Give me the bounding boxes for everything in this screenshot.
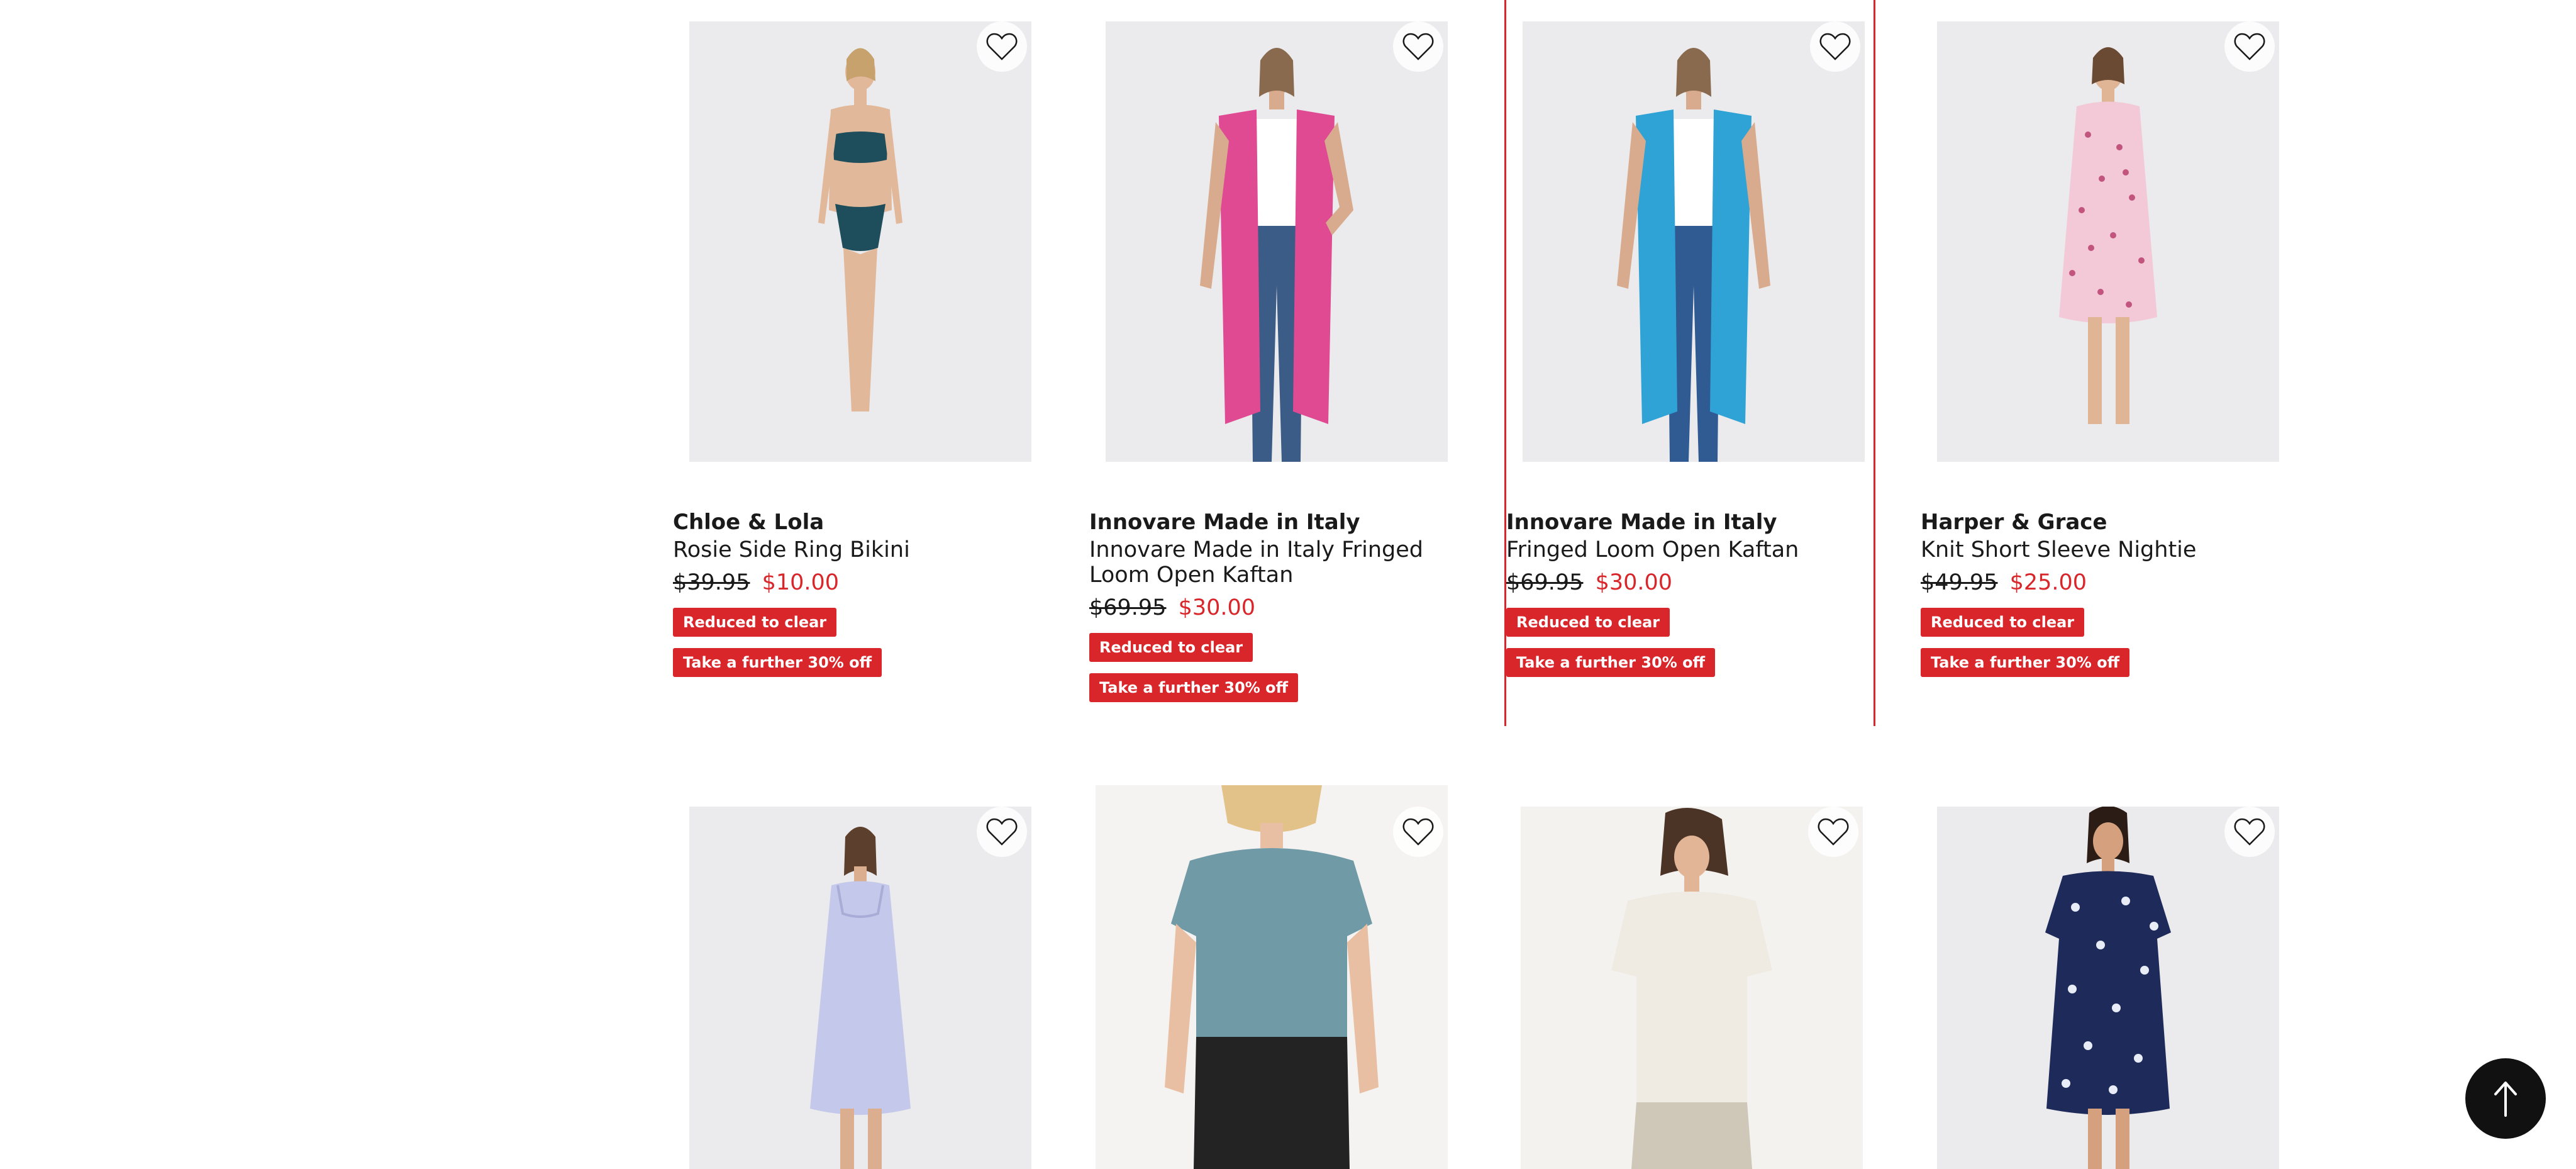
product-card[interactable] (1504, 785, 1875, 1169)
add-to-wishlist-button[interactable] (1393, 21, 1443, 72)
product-info: Innovare Made in Italy Innovare Made in … (1089, 508, 1460, 702)
product-card[interactable] (673, 785, 1044, 1169)
promo-badges: Reduced to clear Take a further 30% off (1506, 596, 1877, 677)
product-photo (1937, 807, 2279, 1169)
price: $69.95 $30.00 (1506, 569, 1877, 596)
product-photo (1521, 807, 1863, 1169)
product-image[interactable] (689, 807, 1031, 1169)
product-photo (1096, 785, 1448, 1169)
reduced-badge: Reduced to clear (673, 608, 837, 637)
product-photo (689, 807, 1031, 1169)
back-to-top-button[interactable] (2465, 1058, 2546, 1139)
price: $39.95 $10.00 (673, 569, 1044, 596)
product-name[interactable]: Innovare Made in Italy Fringed Loom Open… (1089, 537, 1460, 588)
promo-badges: Reduced to clear Take a further 30% off (673, 596, 1044, 677)
heart-outline-icon (2234, 818, 2265, 846)
heart-outline-icon (1402, 33, 1434, 60)
reduced-badge: Reduced to clear (1089, 633, 1253, 662)
was-price: $69.95 (1506, 570, 1584, 595)
heart-outline-icon (986, 33, 1018, 60)
product-brand[interactable]: Harper & Grace (1921, 508, 2292, 536)
product-card[interactable]: Harper & Grace Knit Short Sleeve Nightie… (1921, 0, 2292, 724)
product-photo (689, 21, 1031, 462)
product-photo (1937, 21, 2279, 462)
product-photo (1106, 21, 1448, 462)
price: $49.95 $25.00 (1921, 569, 2292, 596)
was-price: $39.95 (673, 570, 750, 595)
reduced-badge: Reduced to clear (1921, 608, 2085, 637)
add-to-wishlist-button[interactable] (2224, 807, 2275, 857)
heart-outline-icon (1402, 818, 1434, 846)
product-card[interactable] (1921, 785, 2292, 1169)
product-name[interactable]: Fringed Loom Open Kaftan (1506, 537, 1877, 562)
product-image[interactable] (1521, 807, 1863, 1169)
further-off-badge: Take a further 30% off (1506, 648, 1716, 677)
product-brand[interactable]: Chloe & Lola (673, 508, 1044, 536)
product-info: Harper & Grace Knit Short Sleeve Nightie… (1921, 508, 2292, 677)
product-image[interactable] (1096, 785, 1448, 1169)
further-off-badge: Take a further 30% off (1921, 648, 2130, 677)
product-brand[interactable]: Innovare Made in Italy (1506, 508, 1877, 536)
now-price: $25.00 (2009, 570, 2087, 595)
promo-badges: Reduced to clear Take a further 30% off (1089, 622, 1460, 702)
was-price: $49.95 (1921, 570, 1998, 595)
heart-outline-icon (1818, 818, 1849, 846)
now-price: $30.00 (1595, 570, 1673, 595)
promo-badges: Reduced to clear Take a further 30% off (1921, 596, 2292, 677)
price: $69.95 $30.00 (1089, 594, 1460, 622)
was-price: $69.95 (1089, 595, 1167, 620)
product-card[interactable]: Innovare Made in Italy Innovare Made in … (1089, 0, 1460, 724)
heart-outline-icon (2234, 33, 2265, 60)
product-image[interactable] (1937, 21, 2279, 462)
product-card[interactable]: Chloe & Lola Rosie Side Ring Bikini $39.… (673, 0, 1044, 724)
add-to-wishlist-button[interactable] (977, 807, 1027, 857)
add-to-wishlist-button[interactable] (2224, 21, 2275, 72)
product-name[interactable]: Knit Short Sleeve Nightie (1921, 537, 2292, 562)
product-image[interactable] (1937, 807, 2279, 1169)
now-price: $10.00 (762, 570, 840, 595)
arrow-up-icon (2494, 1082, 2517, 1117)
heart-outline-icon (986, 818, 1018, 846)
product-image[interactable] (1106, 21, 1448, 462)
add-to-wishlist-button[interactable] (977, 21, 1027, 72)
add-to-wishlist-button[interactable] (1808, 807, 1858, 857)
product-brand[interactable]: Innovare Made in Italy (1089, 508, 1460, 536)
product-info: Innovare Made in Italy Fringed Loom Open… (1506, 508, 1877, 677)
further-off-badge: Take a further 30% off (673, 648, 882, 677)
product-card[interactable]: Innovare Made in Italy Fringed Loom Open… (1504, 0, 1875, 726)
product-name[interactable]: Rosie Side Ring Bikini (673, 537, 1044, 562)
reduced-badge: Reduced to clear (1506, 608, 1670, 637)
product-photo (1523, 21, 1865, 462)
product-image[interactable] (1523, 21, 1865, 462)
product-info: Chloe & Lola Rosie Side Ring Bikini $39.… (673, 508, 1044, 677)
add-to-wishlist-button[interactable] (1810, 21, 1860, 72)
now-price: $30.00 (1178, 595, 1256, 620)
further-off-badge: Take a further 30% off (1089, 673, 1299, 702)
product-card[interactable] (1089, 785, 1460, 1169)
product-image[interactable] (689, 21, 1031, 462)
heart-outline-icon (1819, 33, 1851, 60)
add-to-wishlist-button[interactable] (1393, 807, 1443, 857)
